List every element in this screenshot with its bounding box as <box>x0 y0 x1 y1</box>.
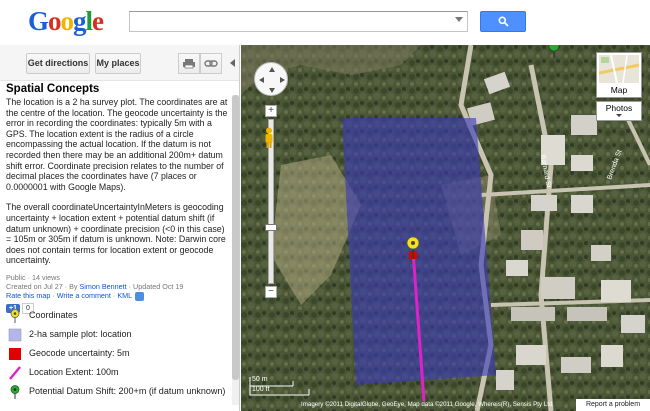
description-text: The location is a 2 ha survey plot. The … <box>6 97 230 266</box>
scrollbar-thumb[interactable] <box>232 95 239 380</box>
zoom-out-button[interactable]: − <box>265 286 277 298</box>
legend-item[interactable]: Geocode uncertainty: 5m <box>6 345 231 364</box>
logo-letter: G <box>28 6 49 36</box>
updated-date: · Updated Oct 19 <box>126 281 184 291</box>
map-type-button[interactable]: Map <box>596 52 642 98</box>
map-title: Spatial Concepts <box>6 83 100 95</box>
report-problem-link[interactable]: Report a problem <box>576 399 650 411</box>
logo-letter: e <box>92 6 104 36</box>
pan-control[interactable] <box>254 62 288 96</box>
legend-item[interactable]: Location Extent: 100m <box>6 364 231 383</box>
legend-item[interactable]: Potential Datum Shift: 200+m (if datum u… <box>6 383 231 402</box>
search-button[interactable] <box>480 11 526 32</box>
legend-label: Coordinates <box>29 310 78 320</box>
legend-item[interactable]: 2-ha sample plot: location <box>6 326 231 345</box>
scale-bar: 50 m 100 ft <box>249 375 319 397</box>
map-canvas[interactable]: Barnard St Brenda St + − Map Photos 50 m… <box>241 45 650 411</box>
scale-meters: 50 m <box>252 376 268 383</box>
pegman-icon[interactable] <box>263 127 275 149</box>
views-count: Public · 14 views <box>6 272 60 282</box>
magenta-line-icon <box>9 366 21 380</box>
zoom-thumb[interactable] <box>265 224 277 231</box>
panel-toolbar: Get directions My places <box>0 45 239 81</box>
link-icon[interactable] <box>200 53 222 74</box>
legend-label: Geocode uncertainty: 5m <box>29 348 130 358</box>
lavender-square-icon <box>8 328 22 342</box>
map-attribution: Imagery ©2011 DigitalGlobe, GeoEye, Map … <box>301 401 553 408</box>
legend-label: Location Extent: 100m <box>29 367 119 377</box>
legend-item[interactable]: Coordinates <box>6 307 231 326</box>
my-places-button[interactable]: My places <box>95 53 141 74</box>
map-description: Spatial Concepts The location is a 2 ha … <box>6 83 230 314</box>
scale-feet: 100 ft <box>252 386 270 393</box>
header-bar: Google <box>0 0 650 45</box>
logo-letter: o <box>48 6 61 36</box>
collapse-panel-icon[interactable] <box>230 59 235 67</box>
legend-label: 2-ha sample plot: location <box>29 329 132 339</box>
pan-arrows-icon <box>259 67 285 93</box>
zoom-in-button[interactable]: + <box>265 105 277 117</box>
description-paragraph: The overall coordinateUncertaintyInMeter… <box>6 202 226 266</box>
author-link[interactable]: Simon Bennett <box>80 282 127 291</box>
panel-scrollbar[interactable] <box>232 95 239 405</box>
photos-button[interactable]: Photos <box>596 101 642 121</box>
photos-label: Photos <box>605 103 633 113</box>
search-input[interactable] <box>129 11 468 32</box>
created-line: Created on Jul 27 · By Simon Bennett · U… <box>6 282 230 291</box>
map-thumbnail-icon <box>599 55 639 83</box>
satellite-imagery: Barnard St Brenda St <box>241 45 650 411</box>
action-links: Rate this map · Write a comment · KML <box>6 291 230 301</box>
rate-map-link[interactable]: Rate this map <box>6 291 50 300</box>
kml-link[interactable]: KML <box>117 291 132 300</box>
rss-icon[interactable] <box>135 291 145 301</box>
side-panel: Get directions My places Spatial Concept… <box>0 45 240 411</box>
logo-letter: o <box>60 6 74 36</box>
datum-shift-pin <box>548 45 560 52</box>
magnifier-icon <box>498 16 509 27</box>
write-comment-link[interactable]: Write a comment <box>57 291 111 300</box>
get-directions-button[interactable]: Get directions <box>26 53 90 74</box>
map-type-label: Map <box>610 85 628 95</box>
legend-label: Potential Datum Shift: 200+m (if datum u… <box>29 386 226 396</box>
red-square-icon <box>9 348 21 360</box>
logo-letter: g <box>73 6 86 36</box>
description-paragraph: The location is a 2 ha survey plot. The … <box>6 97 228 192</box>
yellow-pin-icon <box>10 309 20 323</box>
google-logo[interactable]: Google <box>28 6 104 37</box>
print-icon[interactable] <box>178 53 200 74</box>
created-prefix: Created on Jul 27 · By <box>6 281 80 291</box>
green-pin-icon <box>10 385 20 399</box>
map-legend: Coordinates 2-ha sample plot: location G… <box>6 307 231 402</box>
dropdown-arrow-icon[interactable] <box>455 17 463 22</box>
caret-down-icon <box>616 114 622 117</box>
